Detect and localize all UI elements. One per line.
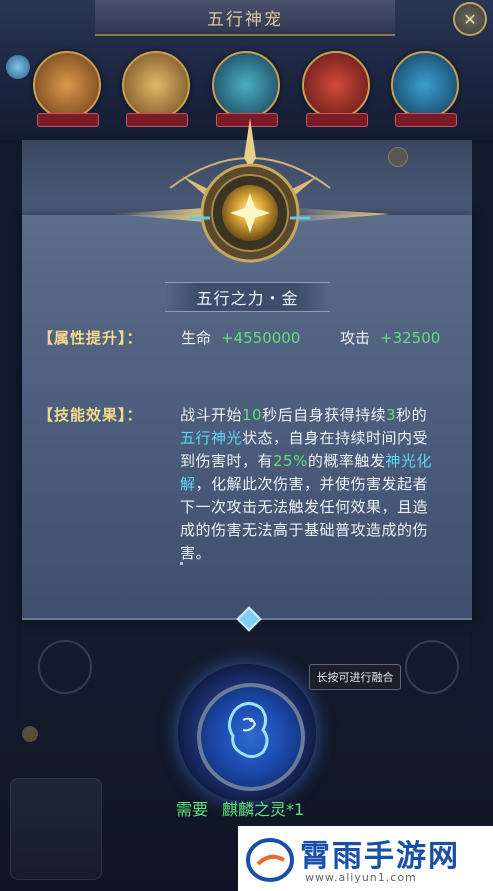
watermark-title: 霄雨手游网 [300,839,460,874]
hint-icon [22,726,38,742]
right-circle-button[interactable] [405,640,459,694]
skill-text-segment: 秒的 [396,406,428,424]
left-circle-button[interactable] [38,640,92,694]
attribute-label: 【属性提升】： [38,329,143,347]
pet-slot-4[interactable] [301,51,370,127]
pet-slot-2[interactable] [122,51,191,127]
skill-description: 战斗开始10秒后自身获得持续3秒的五行神光状态，自身在持续时间内受到伤害时，有2… [180,404,440,565]
skill-text-segment: 10 [242,406,263,424]
skill-label: 【技能效果】： [38,406,143,424]
skill-text-segment: 战斗开始 [180,406,243,424]
metal-emblem-icon [110,118,390,263]
info-icon [388,147,408,167]
pet-tag [395,113,458,127]
need-item: 麒麟之灵*1 [222,800,305,819]
skill-text-segment: 3 [386,406,397,424]
pet-slot-5[interactable] [391,51,460,127]
need-label: 需要 [176,800,209,819]
attribute-row: 【属性提升】： 生命 +4550000 攻击 +32500 [38,327,458,348]
attack-value: +32500 [380,329,441,347]
close-button[interactable]: ✕ [453,2,487,36]
pet-slot-3[interactable] [211,51,280,127]
close-icon: ✕ [463,9,477,29]
background-side-left [0,140,22,740]
skill-text-segment: 25% [273,452,308,470]
background-side-right [471,140,493,740]
qilin-glyph-icon [228,702,269,759]
power-name: 五行之力・金 [165,282,330,312]
skill-text-segment: 的概率触发 [307,452,386,470]
pet-list [22,42,470,128]
requirement-row: 需要 麒麟之灵*1 [176,796,336,819]
pet-tag [36,113,99,127]
page-title: 五行神宠 [95,0,395,36]
hp-label: 生命 [181,329,212,347]
back-button[interactable] [10,778,102,880]
skill-text-segment: 五行神光 [180,429,243,447]
watermark-url: www.aliyun1.com [305,871,417,884]
top-right-button[interactable] [388,146,464,168]
watermark-logo-icon [246,838,294,882]
fusion-tooltip: 长按可进行融合 [309,664,401,690]
skill-text-segment: 秒后自身获得持续 [262,406,387,424]
attack-label: 攻击 [340,329,371,347]
dot-divider [180,562,183,565]
hp-value: +4550000 [221,329,301,347]
skill-text-segment: ，化解此次伤害，并使伤害发起者下一次攻击无法触发任何效果，且造成的伤害无法高于基… [180,475,429,562]
pet-slot-1[interactable] [32,51,101,127]
